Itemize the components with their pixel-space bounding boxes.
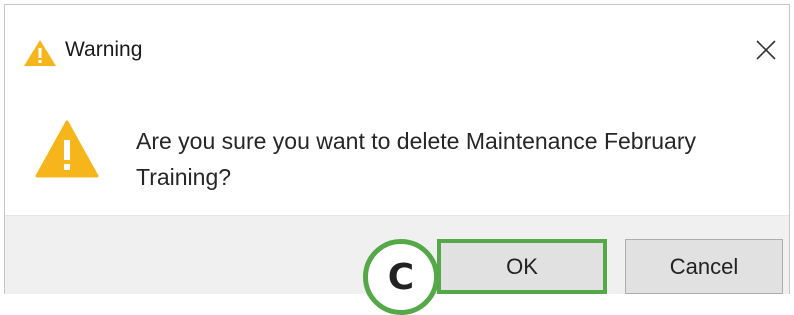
- button-bar: OK Cancel C: [5, 215, 789, 315]
- warning-triangle-icon: [35, 120, 99, 178]
- callout-badge: C: [363, 239, 439, 315]
- warning-dialog: Warning Are you sure you want to delete …: [4, 4, 790, 315]
- cancel-button[interactable]: Cancel: [625, 239, 783, 294]
- dialog-message: Are you sure you want to delete Maintena…: [136, 128, 696, 190]
- window-title: Warning: [65, 38, 143, 61]
- close-icon[interactable]: [751, 35, 781, 65]
- ok-button[interactable]: OK: [437, 239, 607, 294]
- warning-triangle-icon: [24, 40, 56, 66]
- dialog-content: Are you sure you want to delete Maintena…: [5, 85, 789, 215]
- title-bar: Warning: [5, 5, 789, 85]
